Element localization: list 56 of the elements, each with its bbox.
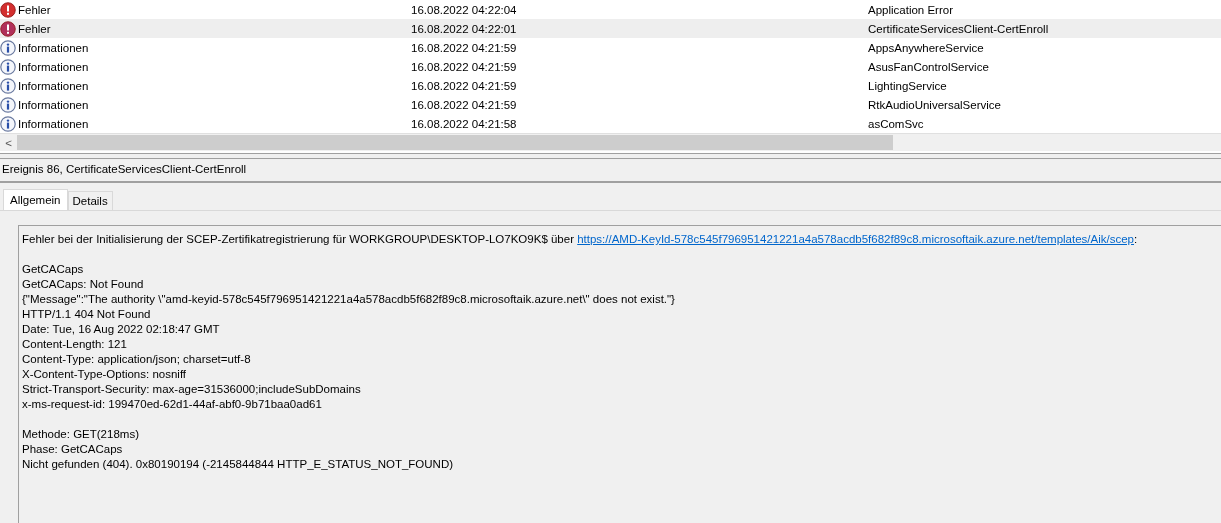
level-text: Fehler <box>18 22 51 35</box>
level-text: Fehler <box>18 3 51 16</box>
message-line: Methode: GET(218ms) <box>22 427 140 442</box>
message-line: {"Message":"The authority \"amd-keyid-578c545f796951421221a4a578acdb5f682f89c8.microsoftaik.azure.net\" does not exist."} <box>22 292 676 307</box>
scroll-left-button[interactable]: < <box>0 136 17 149</box>
source-text: RtkAudioUniversalService <box>868 98 1002 111</box>
event-row[interactable]: Informationen 16.08.2022 04:21:59 AsusFanControlService <box>0 57 1221 76</box>
message-line: HTTP/1.1 404 Not Found <box>22 307 152 322</box>
message-line: Date: Tue, 16 Aug 2022 02:18:47 GMT <box>22 322 221 337</box>
date-text: 16.08.2022 04:22:01 <box>411 22 518 35</box>
date-text: 16.08.2022 04:21:58 <box>411 117 518 130</box>
level-text: Informationen <box>18 60 89 73</box>
horizontal-scrollbar[interactable]: < <box>0 133 1221 151</box>
date-text: 16.08.2022 04:21:59 <box>411 60 518 73</box>
source-text: LightingService <box>868 79 948 92</box>
message-line: Phase: GetCACaps <box>22 442 124 457</box>
message-line: x-ms-request-id: 199470ed-62d1-44af-abf0-9b71baa0ad61 <box>22 397 323 412</box>
message-line: Content-Type: application/json; charset=utf-8 <box>22 352 252 367</box>
info-icon <box>0 77 16 94</box>
info-icon <box>0 39 16 56</box>
message-line: GetCACaps <box>22 262 85 277</box>
message-line: Content-Length: 121 <box>22 337 128 352</box>
event-row[interactable]: Informationen 16.08.2022 04:21:59 AppsAnywhereService <box>0 38 1221 57</box>
tab[interactable]: Details <box>67 191 113 210</box>
info-icon <box>0 58 16 75</box>
level-text: Informationen <box>18 41 89 54</box>
event-row[interactable]: Fehler 16.08.2022 04:22:01 CertificateServicesClient-CertEnroll <box>0 19 1221 38</box>
level-text: Informationen <box>18 117 89 130</box>
error-icon <box>0 20 16 37</box>
event-row[interactable]: Informationen 16.08.2022 04:21:59 RtkAudioUniversalService <box>0 95 1221 114</box>
event-row[interactable]: Informationen 16.08.2022 04:21:58 asComSvc <box>0 114 1221 133</box>
url-link[interactable]: https://AMD-KeyId-578c545f796951421221a4a578acdb5f682f89c8.microsoftaik.azure.net/templates/Aik/scep <box>577 233 1134 245</box>
event-row[interactable]: Informationen 16.08.2022 04:21:59 LightingService <box>0 76 1221 95</box>
message-line: Strict-Transport-Security: max-age=31536000;includeSubDomains <box>22 382 362 397</box>
source-text: Application Error <box>868 3 954 16</box>
info-icon <box>0 96 16 113</box>
date-text: 16.08.2022 04:22:04 <box>411 3 518 16</box>
source-text: asComSvc <box>868 117 925 130</box>
source-text: CertificateServicesClient-CertEnroll <box>868 22 1050 35</box>
event-title: Ereignis 86, CertificateServicesClient-CertEnroll <box>0 159 1221 183</box>
message-line: X-Content-Type-Options: nosniff <box>22 367 188 382</box>
event-row[interactable]: Fehler 16.08.2022 04:22:04 Application Error <box>0 0 1221 19</box>
source-text: AsusFanControlService <box>868 60 990 73</box>
message-text: Fehler bei der Initialisierung der SCEP-Zertifikatregistrierung für WORKGROUP\DESKTOP-LO7KO9K$ über https://AMD-KeyId-578c545f796951421221a4a578acdb5f682f89c8.microsoftaik.azure.net/templates/Aik/scep: <box>22 232 1139 247</box>
message-line: GetCACaps: Not Found <box>22 277 145 292</box>
tab[interactable]: Allgemein <box>3 189 68 210</box>
source-text: AppsAnywhereService <box>868 41 985 54</box>
scroll-thumb[interactable] <box>17 135 893 150</box>
info-icon <box>0 115 16 132</box>
error-icon <box>0 1 16 18</box>
level-text: Informationen <box>18 79 89 92</box>
message-line: Nicht gefunden (404). 0x80190194 (-2145844844 HTTP_E_STATUS_NOT_FOUND) <box>22 457 455 472</box>
date-text: 16.08.2022 04:21:59 <box>411 79 518 92</box>
date-text: 16.08.2022 04:21:59 <box>411 41 518 54</box>
date-text: 16.08.2022 04:21:59 <box>411 98 518 111</box>
level-text: Informationen <box>18 98 89 111</box>
